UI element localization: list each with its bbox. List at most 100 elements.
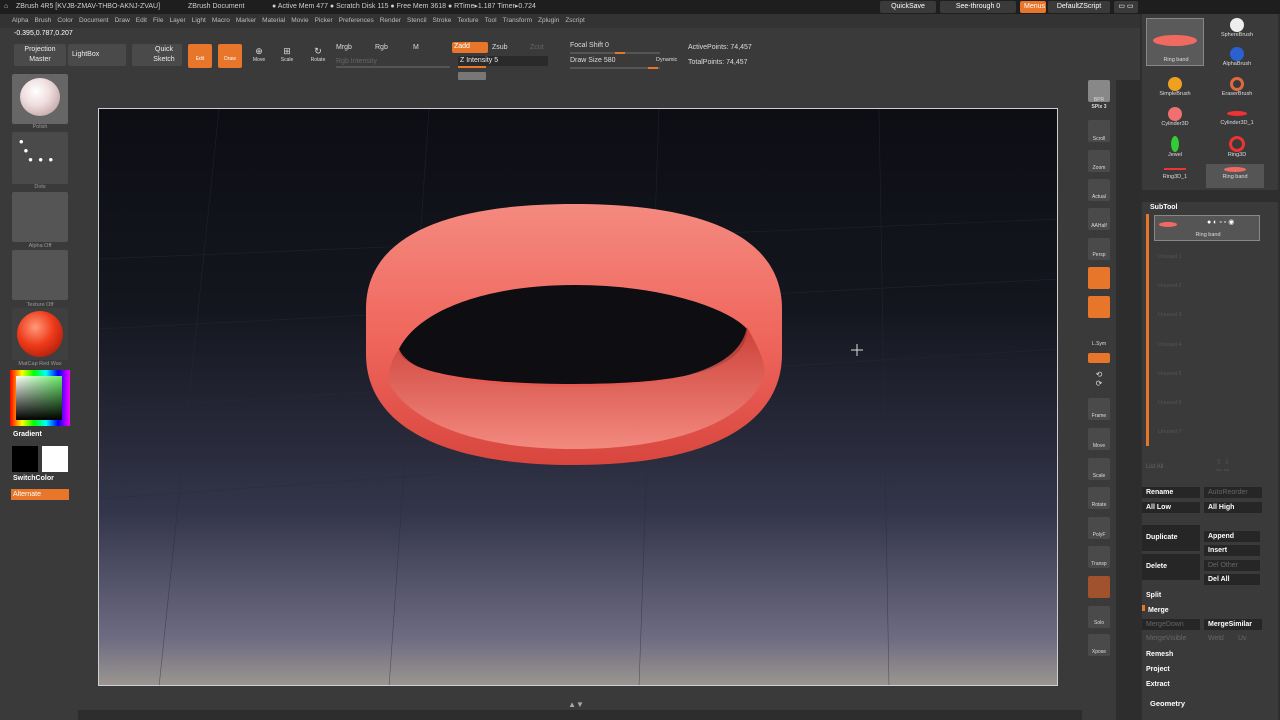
project-section[interactable]: Project: [1142, 664, 1170, 675]
subtool-scrollbar[interactable]: [1146, 214, 1149, 446]
mergesimilar-button[interactable]: MergeSimilar: [1204, 619, 1262, 630]
dynamic-toggle[interactable]: Dynamic: [656, 57, 677, 63]
delete-button[interactable]: Delete: [1142, 554, 1200, 580]
del-other-button[interactable]: Del Other: [1204, 560, 1260, 571]
autoreorder-button[interactable]: AutoReorder: [1204, 487, 1262, 498]
remesh-section[interactable]: Remesh: [1142, 649, 1173, 660]
toolbar-grip[interactable]: [458, 72, 486, 80]
del-all-button[interactable]: Del All: [1204, 574, 1260, 585]
menu-transform[interactable]: Transform: [503, 14, 532, 28]
tool-ring-band[interactable]: Ring band: [1206, 164, 1264, 188]
secondary-color-swatch[interactable]: [12, 446, 38, 472]
window-icons[interactable]: ▭ ▭: [1114, 1, 1138, 13]
insert-button[interactable]: Insert: [1204, 545, 1260, 556]
menu-stencil[interactable]: Stencil: [407, 14, 427, 28]
menu-material[interactable]: Material: [262, 14, 285, 28]
split-section[interactable]: Split: [1142, 590, 1161, 601]
zsub-button[interactable]: Zsub: [492, 44, 508, 51]
unused-slot-6[interactable]: Unused 6: [1158, 400, 1182, 406]
menu-file[interactable]: File: [153, 14, 163, 28]
rename-button[interactable]: Rename: [1142, 487, 1200, 498]
quicksave-button[interactable]: QuickSave: [880, 1, 936, 13]
subtool-arrows-icon[interactable]: ⇧ ⇩ ⇦ ⇨: [1216, 458, 1230, 474]
all-high-button[interactable]: All High: [1204, 502, 1262, 513]
menu-marker[interactable]: Marker: [236, 14, 256, 28]
focal-shift-knob[interactable]: [615, 52, 625, 54]
scale-button[interactable]: ⊞ Scale: [276, 46, 298, 63]
menu-movie[interactable]: Movie: [291, 14, 308, 28]
primary-color-swatch[interactable]: [42, 446, 68, 472]
menu-color[interactable]: Color: [57, 14, 73, 28]
unused-slot-7[interactable]: Unused 7: [1158, 429, 1182, 435]
ring-band-model[interactable]: [366, 204, 782, 465]
zcut-button[interactable]: Zcut: [530, 44, 544, 51]
tool-simplebrush[interactable]: SimpleBrush: [1146, 77, 1204, 97]
menu-layer[interactable]: Layer: [169, 14, 185, 28]
tool-alphabrush[interactable]: AlphaBrush: [1208, 47, 1266, 67]
mergevisible-button[interactable]: MergeVisible: [1142, 633, 1200, 644]
switchcolor-button[interactable]: SwitchColor: [13, 475, 54, 482]
current-tool-slot[interactable]: Ring band: [1146, 18, 1204, 66]
menu-render[interactable]: Render: [380, 14, 401, 28]
lsym-label[interactable]: L.Sym: [1082, 341, 1116, 347]
rgb-intensity-slider[interactable]: Rgb Intensity: [336, 58, 377, 65]
menu-document[interactable]: Document: [79, 14, 109, 28]
tool-ring3d[interactable]: Ring3D: [1208, 136, 1266, 158]
alternate-button[interactable]: Alternate: [11, 489, 69, 500]
color-picker[interactable]: [10, 370, 70, 426]
xyz-axis-icon[interactable]: [1088, 353, 1110, 363]
move-button[interactable]: ⊕ Move: [248, 46, 270, 63]
z-intensity-slider[interactable]: Z Intensity 5: [458, 56, 548, 66]
focal-shift-slider[interactable]: Focal Shift 0: [570, 42, 609, 49]
unused-slot-1[interactable]: Unused 1: [1158, 254, 1182, 260]
menu-draw[interactable]: Draw: [115, 14, 130, 28]
tool-cylinder3d-1[interactable]: Cylinder3D_1: [1208, 107, 1266, 126]
tool-eraserbrush[interactable]: EraserBrush: [1208, 77, 1266, 97]
mergedown-button[interactable]: MergeDown: [1142, 619, 1200, 630]
zadd-button[interactable]: Zadd: [452, 42, 488, 53]
draw-size-slider[interactable]: Draw Size 580: [570, 57, 616, 64]
document-canvas[interactable]: [98, 108, 1058, 686]
append-button[interactable]: Append: [1204, 531, 1260, 542]
mrgb-button[interactable]: Mrgb: [336, 44, 352, 51]
list-all-button[interactable]: List All: [1146, 464, 1163, 470]
duplicate-button[interactable]: Duplicate: [1142, 525, 1200, 551]
edit-button[interactable]: Edit: [188, 44, 212, 68]
see-through-slider[interactable]: See-through 0: [940, 1, 1016, 13]
rgb-button[interactable]: Rgb: [375, 44, 388, 51]
color-picker-square[interactable]: [16, 376, 62, 420]
ghost-icon[interactable]: [1088, 576, 1110, 598]
geometry-section[interactable]: Geometry: [1146, 698, 1185, 709]
projection-master-button[interactable]: Projection Master: [14, 44, 66, 66]
brush-thumbnail[interactable]: [12, 74, 68, 124]
menu-macro[interactable]: Macro: [212, 14, 230, 28]
floor-icon[interactable]: [1088, 267, 1110, 289]
tool-ring3d-1[interactable]: Ring3D_1: [1146, 168, 1204, 180]
menu-alpha[interactable]: Alpha: [12, 14, 29, 28]
menu-brush[interactable]: Brush: [34, 14, 51, 28]
unused-slot-3[interactable]: Unused 3: [1158, 312, 1182, 318]
subtool-item-ring-band[interactable]: ● ◐ ▫ ▫ ◉ Ring band: [1154, 215, 1260, 241]
unused-slot-5[interactable]: Unused 5: [1158, 371, 1182, 377]
subtool-visibility-icons[interactable]: ● ◐ ▫ ▫ ◉: [1207, 218, 1234, 226]
tool-spherebrush[interactable]: SphereBrush: [1208, 18, 1266, 38]
lightbox-button[interactable]: LightBox: [68, 44, 126, 66]
menus-button[interactable]: Menus: [1020, 1, 1046, 13]
alpha-thumbnail[interactable]: [12, 192, 68, 242]
menu-texture[interactable]: Texture: [457, 14, 478, 28]
local-icon[interactable]: [1088, 296, 1110, 318]
menu-zscript[interactable]: Zscript: [565, 14, 585, 28]
menu-light[interactable]: Light: [192, 14, 206, 28]
menu-preferences[interactable]: Preferences: [339, 14, 374, 28]
tool-cylinder3d[interactable]: Cylinder3D: [1146, 107, 1204, 127]
menu-tool[interactable]: Tool: [485, 14, 497, 28]
unused-slot-2[interactable]: Unused 2: [1158, 283, 1182, 289]
stroke-thumbnail[interactable]: • • • • •: [12, 132, 68, 184]
draw-button[interactable]: Draw: [218, 44, 242, 68]
bottom-shelf-toggle-icon[interactable]: ▲▼: [534, 700, 618, 710]
default-zscript-button[interactable]: DefaultZScript: [1048, 1, 1110, 13]
gradient-label[interactable]: Gradient: [13, 431, 42, 438]
uv-toggle[interactable]: Uv: [1234, 633, 1260, 644]
quick-sketch-button[interactable]: Quick Sketch: [132, 44, 182, 66]
material-thumbnail[interactable]: [12, 308, 68, 360]
